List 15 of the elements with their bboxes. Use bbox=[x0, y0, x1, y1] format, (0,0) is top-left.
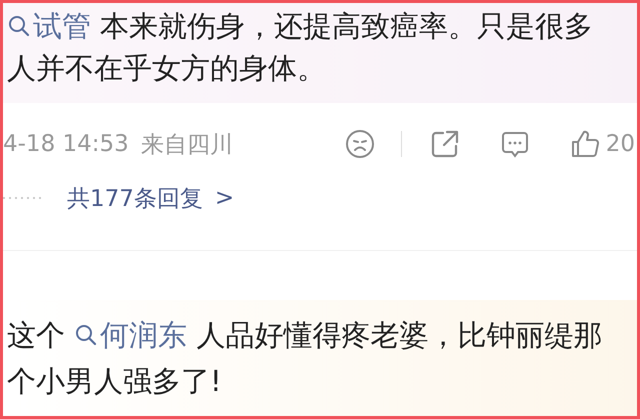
sad-face-icon[interactable] bbox=[344, 129, 375, 159]
search-icon bbox=[74, 323, 98, 347]
comment-location: 来自四川 bbox=[140, 130, 233, 160]
thumbs-up-icon[interactable] bbox=[570, 129, 600, 159]
like-count: 20 bbox=[606, 131, 635, 157]
comment-icon[interactable] bbox=[500, 129, 530, 159]
comment-time: 4-18 14:53 bbox=[3, 131, 129, 157]
replies-link[interactable]: 共177条回复 bbox=[67, 182, 203, 214]
topic-link[interactable]: 何润东 bbox=[74, 318, 188, 352]
search-icon bbox=[7, 14, 31, 38]
topic-link[interactable]: 试管 bbox=[7, 9, 91, 43]
comment-text: 这个 何润东 人品好懂得疼老婆，比钟丽缇那 个小男人强多了! bbox=[7, 317, 604, 400]
comment-text: 试管 本来就伤身，还提高致癌率。只是很多 人并不在乎女方的身体。 bbox=[7, 8, 594, 87]
chevron-icon: > bbox=[214, 185, 234, 211]
share-icon[interactable] bbox=[430, 129, 460, 159]
